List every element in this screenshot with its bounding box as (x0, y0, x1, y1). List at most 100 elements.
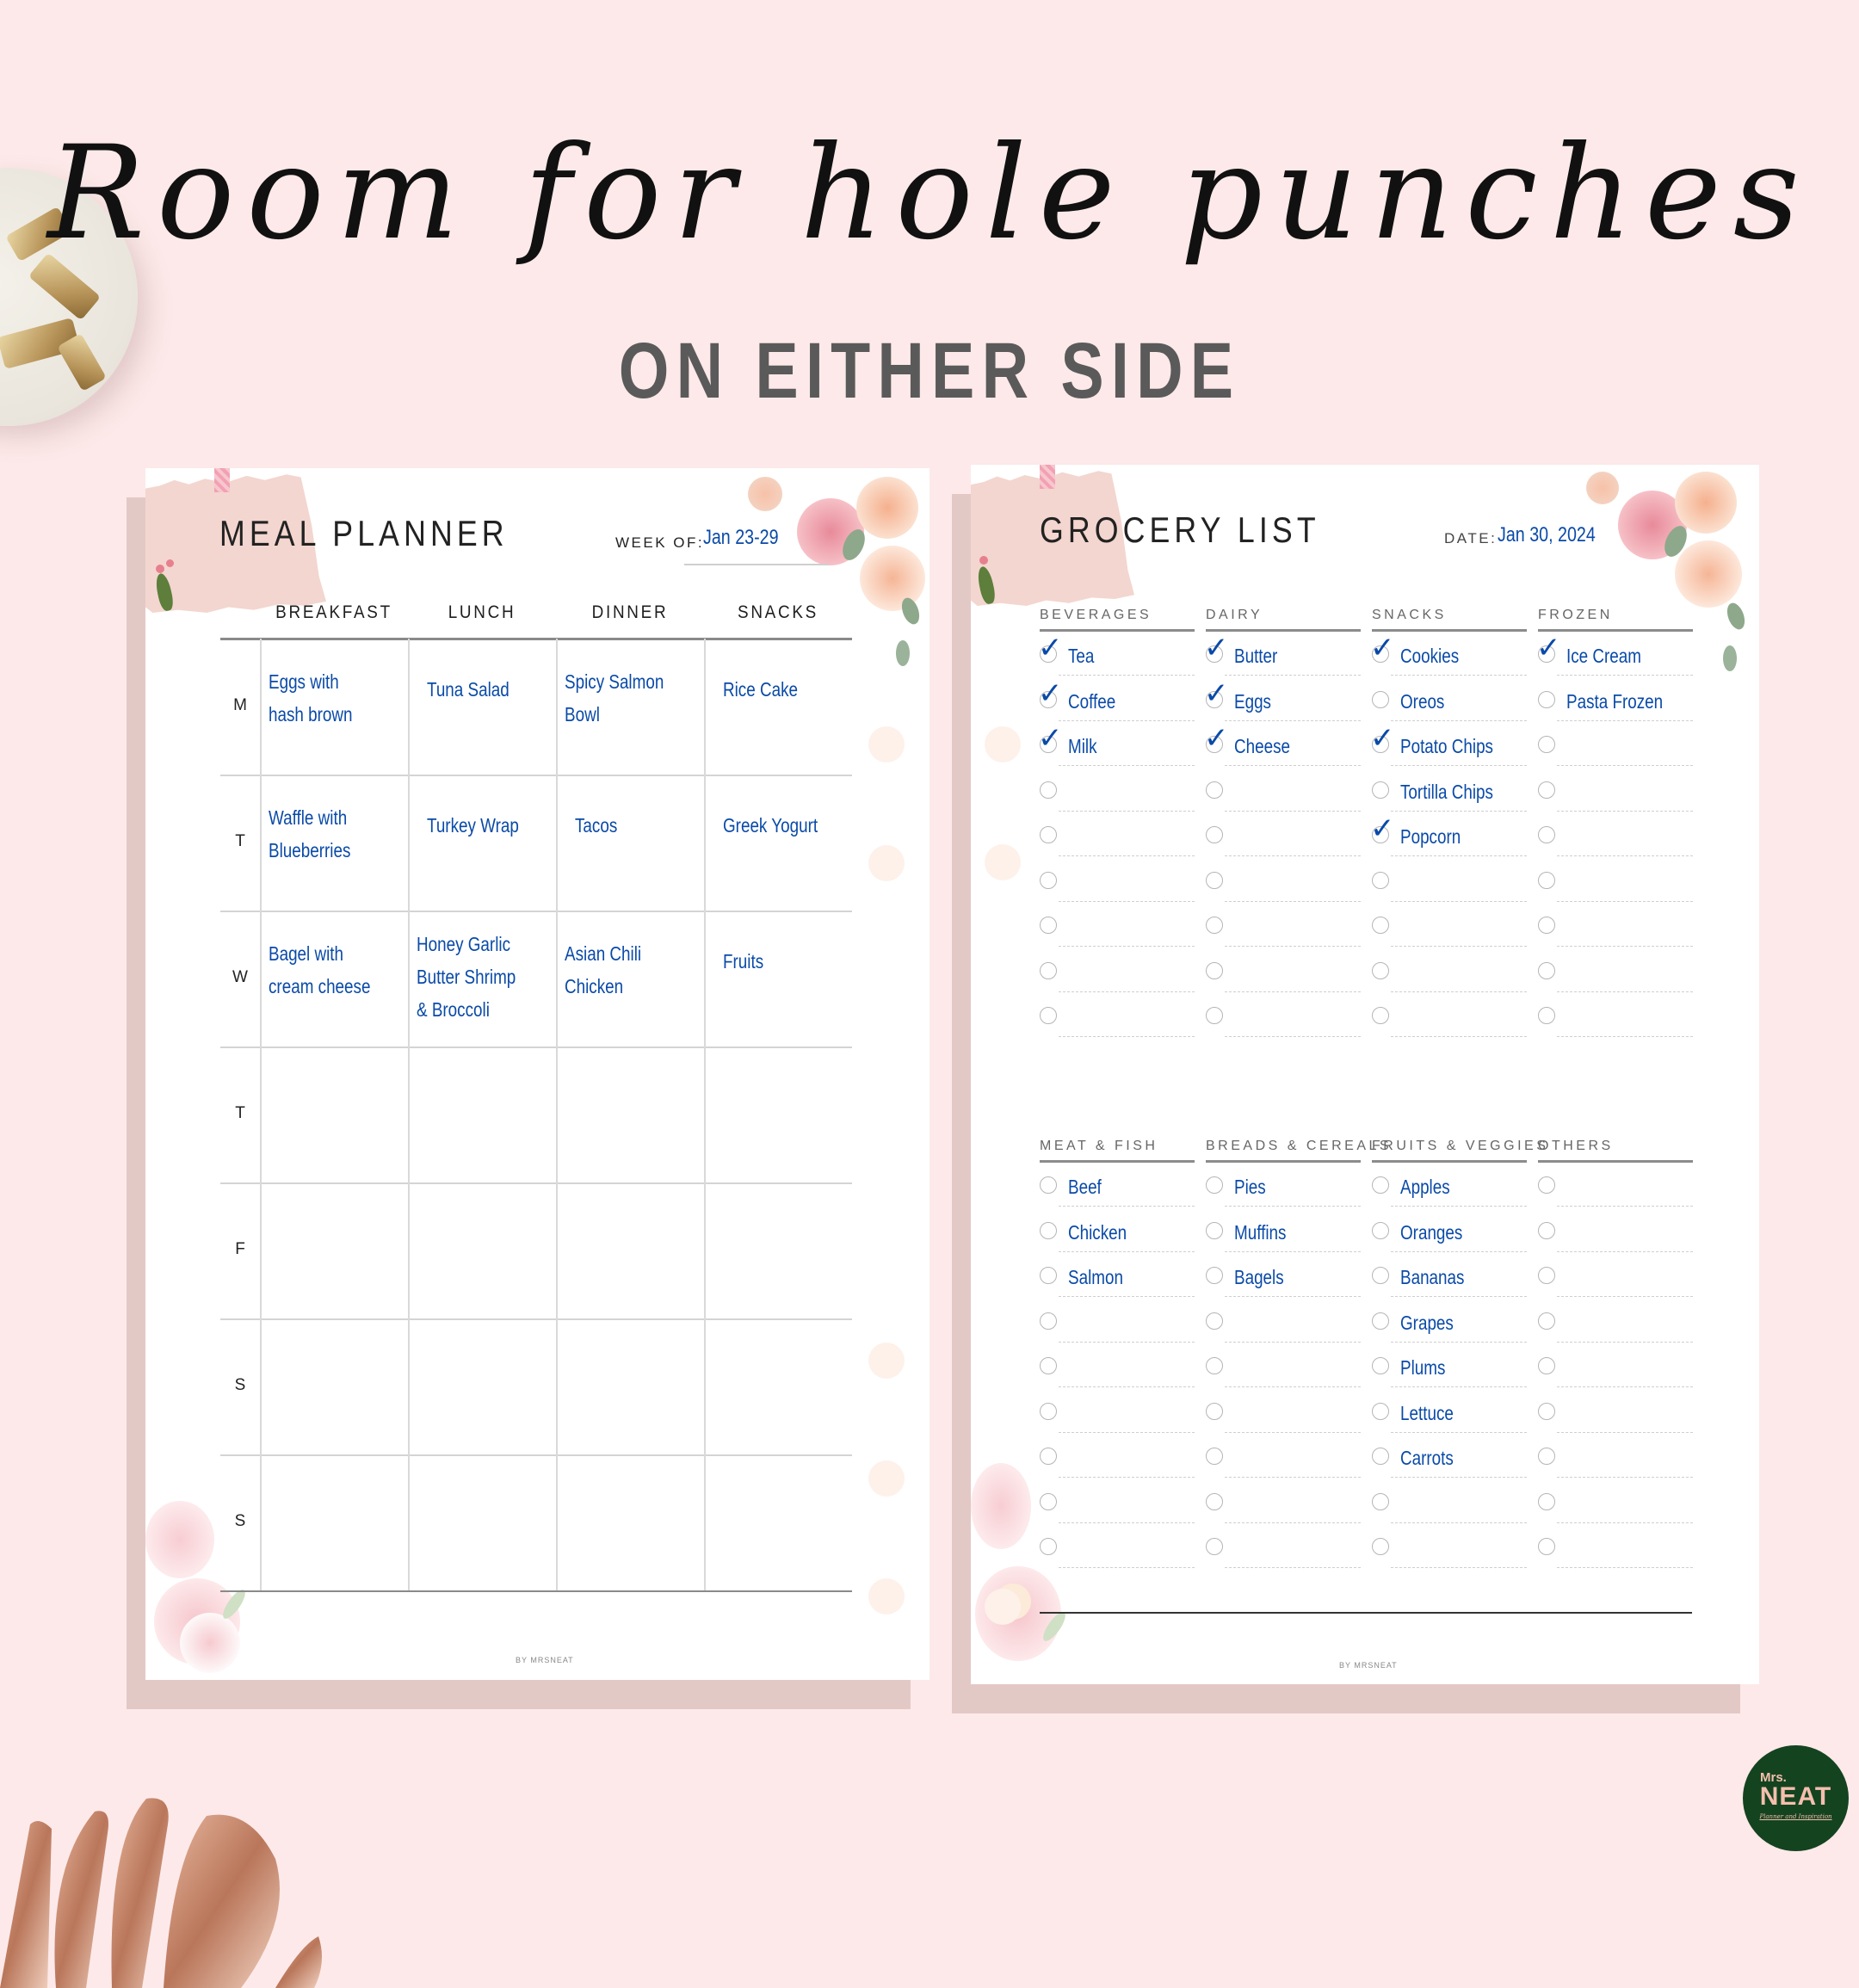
item-write-line[interactable] (1059, 810, 1195, 812)
meal-cell-lunch[interactable] (408, 1454, 556, 1590)
item-write-line[interactable] (1557, 1386, 1693, 1387)
item-checkbox[interactable] (1372, 1007, 1389, 1024)
meal-cell-lunch[interactable] (408, 1046, 556, 1182)
meal-cell-lunch[interactable]: Honey Garlic Butter Shrimp & Broccoli (408, 911, 556, 1046)
item-write-line[interactable] (1391, 1341, 1527, 1343)
item-write-line[interactable] (1557, 991, 1693, 992)
item-write-line[interactable] (1557, 1431, 1693, 1433)
item-write-line[interactable] (1557, 765, 1693, 766)
item-label[interactable]: Tortilla Chips (1400, 781, 1493, 802)
item-checkbox[interactable] (1040, 1492, 1057, 1510)
item-write-line[interactable] (1557, 1036, 1693, 1037)
item-checkbox[interactable] (1206, 1007, 1223, 1024)
item-write-line[interactable] (1557, 1477, 1693, 1478)
item-write-line[interactable] (1391, 900, 1527, 902)
item-label[interactable]: Potato Chips (1400, 737, 1493, 756)
item-write-line[interactable] (1391, 1250, 1527, 1252)
item-write-line[interactable] (1557, 946, 1693, 947)
item-write-line[interactable] (1391, 1477, 1527, 1478)
item-label[interactable]: Beef (1068, 1177, 1102, 1197)
item-write-line[interactable] (1225, 1522, 1361, 1523)
item-checkbox[interactable] (1372, 1221, 1389, 1239)
item-label[interactable]: Tea (1068, 646, 1094, 666)
item-checkbox[interactable] (1372, 1492, 1389, 1510)
item-write-line[interactable] (1225, 1477, 1361, 1478)
item-checkbox[interactable] (1372, 961, 1389, 979)
item-checkbox[interactable] (1040, 1448, 1057, 1465)
item-write-line[interactable] (1557, 1206, 1693, 1207)
meal-cell-dinner[interactable]: Asian Chili Chicken (556, 911, 704, 1046)
item-checkbox[interactable] (1206, 1221, 1223, 1239)
meal-cell-lunch[interactable] (408, 1182, 556, 1318)
item-checkbox[interactable] (1206, 917, 1223, 934)
item-write-line[interactable] (1391, 1522, 1527, 1523)
meal-cell-lunch[interactable]: Tuna Salad (408, 639, 556, 775)
item-write-line[interactable] (1059, 946, 1195, 947)
item-label[interactable]: Plums (1400, 1358, 1445, 1378)
item-checkbox[interactable] (1372, 1402, 1389, 1420)
item-label[interactable]: Bananas (1400, 1268, 1464, 1287)
item-checkbox[interactable] (1040, 1267, 1057, 1284)
item-write-line[interactable] (1059, 719, 1195, 721)
meal-cell-breakfast[interactable]: Eggs with hash brown (260, 639, 408, 775)
item-checkbox[interactable] (1206, 1492, 1223, 1510)
meal-cell-lunch[interactable] (408, 1318, 556, 1454)
item-checkbox[interactable] (1538, 1221, 1555, 1239)
item-checkbox[interactable] (1040, 1538, 1057, 1555)
item-checkbox[interactable] (1040, 1176, 1057, 1194)
item-checkbox[interactable] (1372, 1176, 1389, 1194)
item-checkbox[interactable] (1040, 1402, 1057, 1420)
item-write-line[interactable] (1225, 1341, 1361, 1343)
item-write-line[interactable] (1557, 900, 1693, 902)
item-write-line[interactable] (1391, 946, 1527, 947)
item-write-line[interactable] (1059, 675, 1195, 676)
item-write-line[interactable] (1059, 1386, 1195, 1387)
item-write-line[interactable] (1225, 991, 1361, 992)
item-write-line[interactable] (1225, 1567, 1361, 1568)
item-checkbox[interactable] (1538, 781, 1555, 799)
item-checkbox[interactable] (1538, 1538, 1555, 1555)
item-write-line[interactable] (1225, 900, 1361, 902)
item-write-line[interactable] (1391, 855, 1527, 856)
item-label[interactable]: Coffee (1068, 691, 1115, 712)
item-checkbox[interactable] (1538, 1176, 1555, 1194)
item-label[interactable]: Oreos (1400, 691, 1444, 712)
item-checkbox[interactable] (1040, 826, 1057, 843)
item-write-line[interactable] (1225, 1431, 1361, 1433)
item-label[interactable]: Pasta Frozen (1566, 691, 1663, 712)
item-write-line[interactable] (1391, 719, 1527, 721)
item-checkbox[interactable] (1206, 1267, 1223, 1284)
item-checkbox[interactable] (1206, 1538, 1223, 1555)
item-checkbox[interactable] (1538, 917, 1555, 934)
item-label[interactable]: Muffins (1234, 1222, 1286, 1243)
item-write-line[interactable] (1391, 810, 1527, 812)
item-write-line[interactable] (1557, 810, 1693, 812)
meal-cell-snacks[interactable]: Rice Cake (704, 639, 852, 775)
item-write-line[interactable] (1059, 1477, 1195, 1478)
item-write-line[interactable] (1059, 1296, 1195, 1297)
week-of-value[interactable]: Jan 23-29 (703, 526, 779, 550)
item-checkbox[interactable] (1372, 1538, 1389, 1555)
item-write-line[interactable] (1059, 1036, 1195, 1037)
item-write-line[interactable] (1391, 1296, 1527, 1297)
meal-cell-breakfast[interactable] (260, 1046, 408, 1182)
item-write-line[interactable] (1059, 1567, 1195, 1568)
item-label[interactable]: Bagels (1234, 1268, 1284, 1287)
item-write-line[interactable] (1391, 765, 1527, 766)
meal-cell-snacks[interactable] (704, 1182, 852, 1318)
item-write-line[interactable] (1225, 1250, 1361, 1252)
item-write-line[interactable] (1225, 855, 1361, 856)
meal-cell-dinner[interactable]: Spicy Salmon Bowl (556, 639, 704, 775)
meal-cell-breakfast[interactable]: Bagel with cream cheese (260, 911, 408, 1046)
item-write-line[interactable] (1225, 719, 1361, 721)
item-label[interactable]: Ice Cream (1566, 646, 1641, 666)
item-write-line[interactable] (1391, 991, 1527, 992)
item-checkbox[interactable] (1206, 1448, 1223, 1465)
item-checkbox[interactable] (1206, 826, 1223, 843)
item-label[interactable]: Cookies (1400, 646, 1459, 666)
item-checkbox[interactable] (1040, 961, 1057, 979)
meal-cell-snacks[interactable] (704, 1454, 852, 1590)
item-checkbox[interactable] (1538, 826, 1555, 843)
meal-cell-snacks[interactable]: Greek Yogurt (704, 775, 852, 911)
item-write-line[interactable] (1225, 810, 1361, 812)
